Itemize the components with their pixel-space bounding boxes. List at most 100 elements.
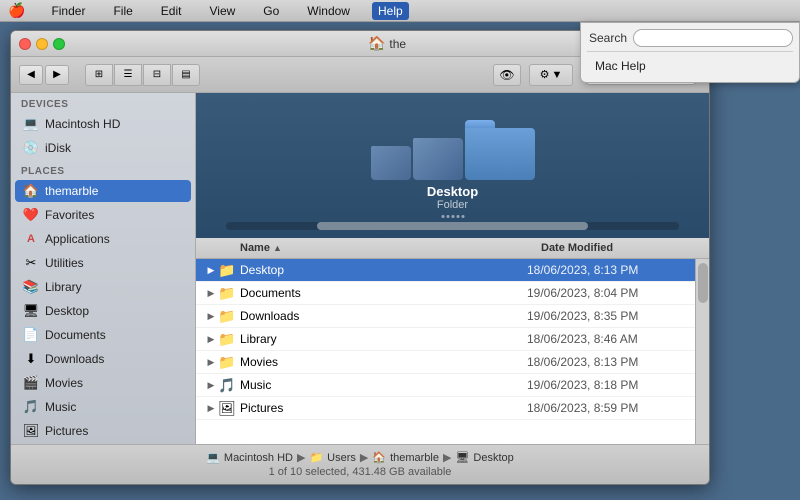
filename-movies: Movies [240, 355, 527, 369]
forward-button[interactable]: ▶ [45, 65, 69, 85]
eye-button[interactable]: 👁 [493, 64, 521, 86]
file-row-music[interactable]: ▶ 🎵 Music 19/06/2023, 8:18 PM [196, 374, 695, 397]
file-list-header: Name ▲ Date Modified [196, 238, 709, 259]
macintosh-hd-label: Macintosh HD [45, 117, 120, 131]
vertical-scrollbar[interactable] [695, 259, 709, 444]
places-header: PLACES [11, 160, 195, 179]
expand-documents[interactable]: ▶ [204, 286, 218, 300]
sidebar-item-library[interactable]: 📚 Library [15, 276, 191, 298]
sidebar-item-pictures[interactable]: 🖼 Pictures [15, 420, 191, 442]
filedate-movies: 18/06/2023, 8:13 PM [527, 355, 687, 369]
gear-icon: ⚙ [540, 68, 550, 81]
help-search-label: Search [587, 31, 627, 45]
filename-documents: Documents [240, 286, 527, 300]
filename-desktop: Desktop [240, 263, 527, 277]
folder-icon-main [465, 120, 535, 180]
sidebar-item-movies[interactable]: 🎬 Movies [15, 372, 191, 394]
idisk-icon: 💿 [23, 140, 39, 156]
folder-icon-bg2 [371, 146, 411, 180]
help-search-input[interactable] [633, 29, 793, 47]
menu-go[interactable]: Go [257, 2, 285, 20]
breadcrumb-users-label[interactable]: Users [327, 452, 356, 464]
help-search-row: Search [587, 29, 793, 47]
close-button[interactable] [19, 38, 31, 50]
filedate-pictures: 18/06/2023, 8:59 PM [527, 401, 687, 415]
menu-help[interactable]: Help [372, 2, 409, 20]
sidebar-item-idisk[interactable]: 💿 iDisk [15, 137, 191, 159]
file-row-downloads[interactable]: ▶ 📁 Downloads 19/06/2023, 8:35 PM [196, 305, 695, 328]
main-content: DEVICES 💻 Macintosh HD 💿 iDisk PLACES 🏠 … [11, 93, 709, 444]
sidebar-item-themarble[interactable]: 🏠 themarble [15, 180, 191, 202]
back-button[interactable]: ◀ [19, 65, 43, 85]
expand-pictures[interactable]: ▶ [204, 401, 218, 415]
breadcrumb-users-icon: 📁 [309, 451, 323, 464]
themarble-icon: 🏠 [23, 183, 39, 199]
expand-movies[interactable]: ▶ [204, 355, 218, 369]
file-row-documents[interactable]: ▶ 📁 Documents 19/06/2023, 8:04 PM [196, 282, 695, 305]
filedate-music: 19/06/2023, 8:18 PM [527, 378, 687, 392]
breadcrumb-macintosh-label[interactable]: Macintosh HD [224, 452, 293, 464]
preview-area: Desktop Folder [196, 93, 709, 238]
breadcrumb-themarble-label[interactable]: themarble [390, 452, 439, 464]
help-dropdown: Search Mac Help [580, 22, 800, 83]
file-list-container: Name ▲ Date Modified ▶ 📁 Desktop 18/06/2… [196, 238, 709, 444]
col-name-header[interactable]: Name ▲ [240, 242, 541, 254]
menu-edit[interactable]: Edit [155, 2, 188, 20]
file-row-movies[interactable]: ▶ 📁 Movies 18/06/2023, 8:13 PM [196, 351, 695, 374]
file-row-library[interactable]: ▶ 📁 Library 18/06/2023, 8:46 AM [196, 328, 695, 351]
devices-header: DEVICES [11, 93, 195, 112]
sidebar-item-utilities[interactable]: ✂ Utilities [15, 252, 191, 274]
file-row-pictures[interactable]: ▶ 🖼 Pictures 18/06/2023, 8:59 PM [196, 397, 695, 420]
sidebar-item-downloads[interactable]: ⬇ Downloads [15, 348, 191, 370]
applications-label: Applications [45, 232, 110, 246]
sidebar-item-music[interactable]: 🎵 Music [15, 396, 191, 418]
library-icon: 📚 [23, 279, 39, 295]
sidebar-item-desktop[interactable]: 🖥 Desktop [15, 300, 191, 322]
filename-downloads: Downloads [240, 309, 527, 323]
maximize-button[interactable] [53, 38, 65, 50]
mac-help-item[interactable]: Mac Help [587, 56, 793, 76]
icon-music: 🎵 [218, 376, 236, 394]
help-divider [587, 51, 793, 52]
sidebar-item-applications[interactable]: A Applications [15, 228, 191, 250]
sidebar-item-favorites[interactable]: ❤️ Favorites [15, 204, 191, 226]
view-cover-button[interactable]: ▤ [172, 64, 200, 86]
menu-finder[interactable]: Finder [45, 2, 91, 20]
music-icon: 🎵 [23, 399, 39, 415]
macintosh-hd-icon: 💻 [23, 116, 39, 132]
movies-label: Movies [45, 376, 83, 390]
expand-downloads[interactable]: ▶ [204, 309, 218, 323]
expand-music[interactable]: ▶ [204, 378, 218, 392]
menu-file[interactable]: File [107, 2, 138, 20]
expand-library[interactable]: ▶ [204, 332, 218, 346]
menu-window[interactable]: Window [301, 2, 356, 20]
right-panel: Desktop Folder [196, 93, 709, 444]
view-column-button[interactable]: ⊟ [143, 64, 171, 86]
minimize-button[interactable] [36, 38, 48, 50]
sidebar: DEVICES 💻 Macintosh HD 💿 iDisk PLACES 🏠 … [11, 93, 196, 444]
pictures-icon: 🖼 [23, 423, 39, 439]
breadcrumb-desktop-label[interactable]: Desktop [473, 452, 513, 464]
file-row-desktop[interactable]: ▶ 📁 Desktop 18/06/2023, 8:13 PM [196, 259, 695, 282]
expand-desktop[interactable]: ▶ [204, 263, 218, 277]
view-icon-button[interactable]: ⊞ [85, 64, 113, 86]
sidebar-item-macintosh-hd[interactable]: 💻 Macintosh HD [15, 113, 191, 135]
title-icon: 🏠 [368, 35, 385, 52]
finder-window: 🏠 the ◀ ▶ ⊞ ☰ ⊟ ▤ 👁 ⚙ ▼ 🔍 DEVICES [10, 30, 710, 485]
breadcrumb-themarble-icon: 🏠 [372, 451, 386, 464]
sidebar-item-documents[interactable]: 📄 Documents [15, 324, 191, 346]
preview-scrollbar-thumb [317, 222, 589, 230]
filedate-downloads: 19/06/2023, 8:35 PM [527, 309, 687, 323]
desktop-label: Desktop [45, 304, 89, 318]
apple-menu[interactable]: 🍎 [8, 2, 25, 19]
gear-button[interactable]: ⚙ ▼ [529, 64, 573, 86]
menu-view[interactable]: View [203, 2, 241, 20]
library-label: Library [45, 280, 82, 294]
resize-handle[interactable] [441, 215, 464, 218]
idisk-label: iDisk [45, 141, 71, 155]
icon-library: 📁 [218, 330, 236, 348]
view-list-button[interactable]: ☰ [114, 64, 142, 86]
preview-scrollbar[interactable] [226, 222, 679, 230]
col-date-header[interactable]: Date Modified [541, 242, 701, 254]
nav-buttons: ◀ ▶ [19, 65, 69, 85]
